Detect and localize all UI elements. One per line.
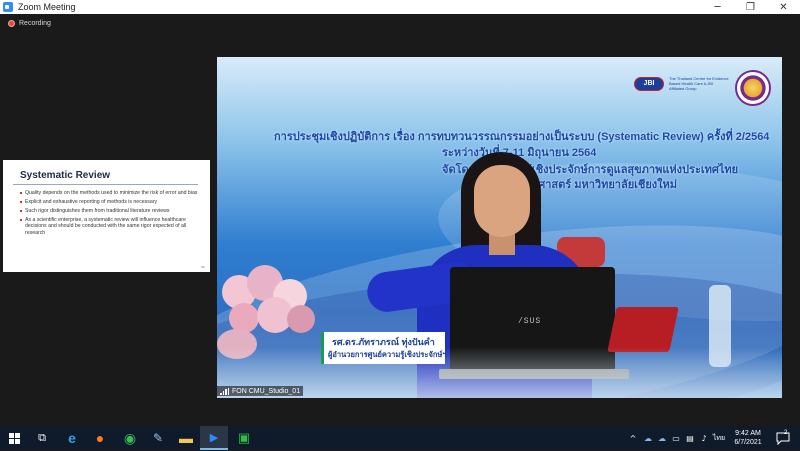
- task-view-icon[interactable]: ⧉: [28, 426, 56, 450]
- line-icon[interactable]: ▣: [230, 426, 258, 450]
- university-seal-icon: [735, 70, 771, 106]
- slide-divider: [13, 184, 198, 185]
- close-button[interactable]: ✕: [767, 0, 800, 14]
- connection-signal-icon: [220, 387, 229, 395]
- volume-icon[interactable]: ♪: [697, 426, 711, 450]
- speaker-nameplate: รศ.ดร.ภัทราภรณ์ ทุ่งปันคำ ผู้อำนวยการศูน…: [321, 332, 447, 364]
- speaker-role: ผู้อำนวยการศูนย์ความรู้เชิงประจักษ์ฯ: [328, 350, 447, 359]
- clock-date: 6/7/2021: [734, 439, 762, 446]
- window-title: Zoom Meeting: [18, 2, 76, 12]
- windows-taskbar: ⧉ e ● ◉ ✎ ▬ ▶ ▣ ^ ☁ ☁ ▭ ▤ ♪ ไทย 9:42 AM …: [0, 426, 800, 450]
- slide-bullet: Quality depends on the methods used to m…: [20, 190, 202, 196]
- meeting-area: Recording Systematic Review Quality depe…: [0, 14, 800, 426]
- slide-bullet: As a scientific enterprise, a systematic…: [20, 217, 202, 236]
- notification-count: 2: [784, 430, 788, 436]
- notification-icon: [776, 432, 790, 446]
- zoom-icon[interactable]: ▶: [200, 426, 228, 450]
- start-button[interactable]: [0, 426, 28, 450]
- recording-label: Recording: [19, 20, 51, 27]
- edge-icon[interactable]: e: [58, 426, 86, 450]
- participant-label: FON CMU_Studio_01: [217, 386, 304, 396]
- clock-time: 9:42 AM: [735, 430, 761, 437]
- slide-bullet: Such rigor distinguishes them from tradi…: [20, 208, 202, 214]
- red-laptop: [607, 307, 679, 352]
- show-hidden-icons-chevron[interactable]: ^: [627, 426, 639, 450]
- file-explorer-icon[interactable]: ▬: [172, 426, 200, 450]
- shared-slide[interactable]: Systematic Review Quality depends on the…: [3, 160, 210, 272]
- zoom-app-icon: [3, 2, 13, 12]
- presenter-face: [474, 165, 530, 237]
- windows-start-icon: [8, 432, 20, 444]
- slide-bullet-list: Quality depends on the methods used to m…: [20, 190, 202, 238]
- window-titlebar: Zoom Meeting ─ ❐ ✕: [0, 0, 800, 14]
- participant-name: FON CMU_Studio_01: [232, 387, 301, 395]
- laptop-brand: /SUS: [518, 317, 542, 326]
- network-icon[interactable]: ▤: [683, 426, 697, 450]
- maximize-button[interactable]: ❐: [734, 0, 767, 14]
- speaker-name: รศ.ดร.ภัทราภรณ์ ทุ่งปันคำ: [332, 337, 435, 347]
- pen-icon[interactable]: ✎: [144, 426, 172, 450]
- slide-title: Systematic Review: [20, 170, 111, 181]
- presenter-video[interactable]: JBI The Thailand Centre for Evidence Bas…: [217, 57, 782, 398]
- minimize-button[interactable]: ─: [701, 0, 734, 14]
- slide-bullet: Explicit and exhaustive reporting of met…: [20, 199, 202, 205]
- firefox-icon[interactable]: ●: [86, 426, 114, 450]
- jbi-logo-text: The Thailand Centre for Evidence Based H…: [669, 76, 729, 91]
- system-clock[interactable]: 9:42 AM 6/7/2021: [725, 429, 771, 447]
- battery-icon[interactable]: ▭: [669, 426, 683, 450]
- notification-center-button[interactable]: 2: [775, 430, 791, 446]
- jbi-logo: JBI The Thailand Centre for Evidence Bas…: [634, 76, 729, 91]
- chrome-icon[interactable]: ◉: [116, 426, 144, 450]
- recording-indicator[interactable]: Recording: [8, 20, 51, 27]
- onedrive-icon[interactable]: ☁: [655, 426, 669, 450]
- slide-footer: JBI: [200, 265, 205, 269]
- record-icon: [8, 20, 15, 27]
- window-controls: ─ ❐ ✕: [701, 0, 800, 14]
- cloud-icon[interactable]: ☁: [641, 426, 655, 450]
- jbi-logo-mark: JBI: [634, 76, 664, 91]
